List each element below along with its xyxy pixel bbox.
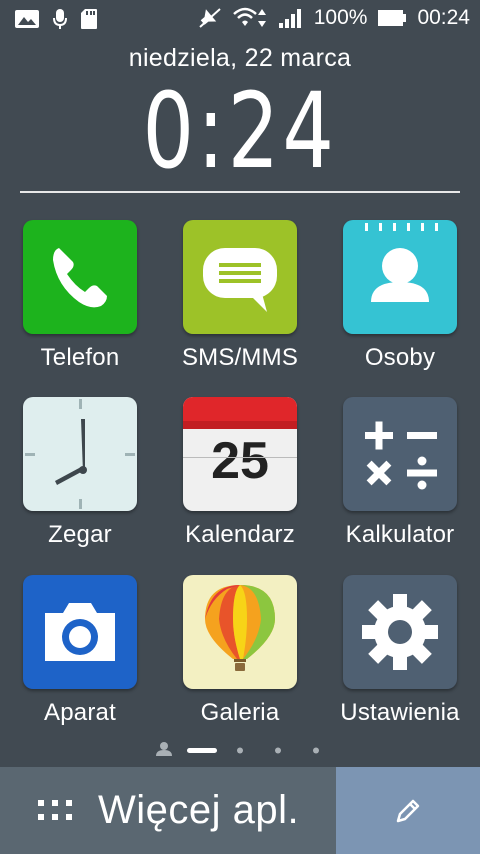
edit-button[interactable]	[336, 767, 480, 854]
app-galeria[interactable]: Galeria	[160, 575, 320, 727]
app-label: Zegar	[48, 521, 112, 548]
contacts-icon	[343, 220, 457, 334]
app-label: Ustawienia	[340, 699, 460, 726]
app-label: Osoby	[364, 344, 436, 371]
message-icon	[183, 220, 297, 334]
app-sms-mms[interactable]: SMS/MMS	[160, 220, 320, 372]
camera-icon	[23, 575, 137, 689]
phone-icon	[23, 220, 137, 334]
app-drawer-icon	[38, 799, 72, 820]
clock-icon	[23, 397, 137, 511]
calendar-header	[183, 397, 297, 421]
calendar-fold	[183, 457, 297, 458]
app-label: Aparat	[44, 699, 116, 726]
bottom-bar: Więcej apl.	[0, 767, 480, 854]
app-label: Telefon	[40, 344, 120, 371]
mute-icon	[199, 8, 221, 28]
home-page-person-icon	[156, 742, 172, 756]
app-label: SMS/MMS	[181, 344, 299, 371]
battery-percent: 100%	[313, 6, 368, 29]
page-dot	[313, 747, 319, 754]
app-telefon[interactable]: Telefon	[0, 220, 160, 372]
balloon-icon	[183, 575, 297, 689]
page-dot	[275, 747, 281, 754]
page-indicator[interactable]	[0, 742, 480, 758]
status-time: 00:24	[417, 6, 470, 29]
app-zegar[interactable]: Zegar	[0, 397, 160, 549]
status-bar-right: 100% 00:24	[198, 6, 470, 30]
date-label: niedziela, 22 marca	[128, 44, 352, 72]
calculator-icon	[343, 397, 457, 511]
more-apps-button[interactable]: Więcej apl.	[0, 767, 336, 854]
calendar-header-shadow	[183, 421, 297, 429]
app-label: Kalendarz	[185, 521, 295, 548]
app-aparat[interactable]: Aparat	[0, 575, 160, 727]
clock-time: 0:24	[142, 70, 338, 192]
page-dot	[237, 747, 243, 754]
app-ustawienia[interactable]: Ustawienia	[320, 575, 480, 727]
app-label: Kalkulator	[345, 521, 455, 548]
clock-widget[interactable]: 0:24	[0, 70, 480, 192]
sd-card-icon	[81, 9, 97, 29]
page-dot-active	[187, 748, 217, 753]
status-bar-left	[14, 8, 98, 30]
status-bar: 100% 00:24	[0, 0, 480, 38]
gear-icon	[343, 575, 457, 689]
clock-divider	[20, 191, 460, 193]
battery-icon	[378, 10, 407, 26]
app-kalkulator[interactable]: Kalkulator	[320, 397, 480, 549]
microphone-icon	[53, 9, 67, 29]
wifi-icon	[232, 7, 266, 27]
more-apps-label: Więcej apl.	[98, 788, 300, 832]
calendar-icon: 25	[183, 397, 297, 511]
pencil-icon	[396, 799, 420, 822]
app-label: Galeria	[200, 699, 280, 726]
image-icon	[15, 10, 39, 28]
app-osoby[interactable]: Osoby	[320, 220, 480, 372]
app-kalendarz[interactable]: 25 Kalendarz	[160, 397, 320, 549]
calendar-day: 25	[211, 432, 269, 490]
signal-icon	[278, 9, 301, 28]
